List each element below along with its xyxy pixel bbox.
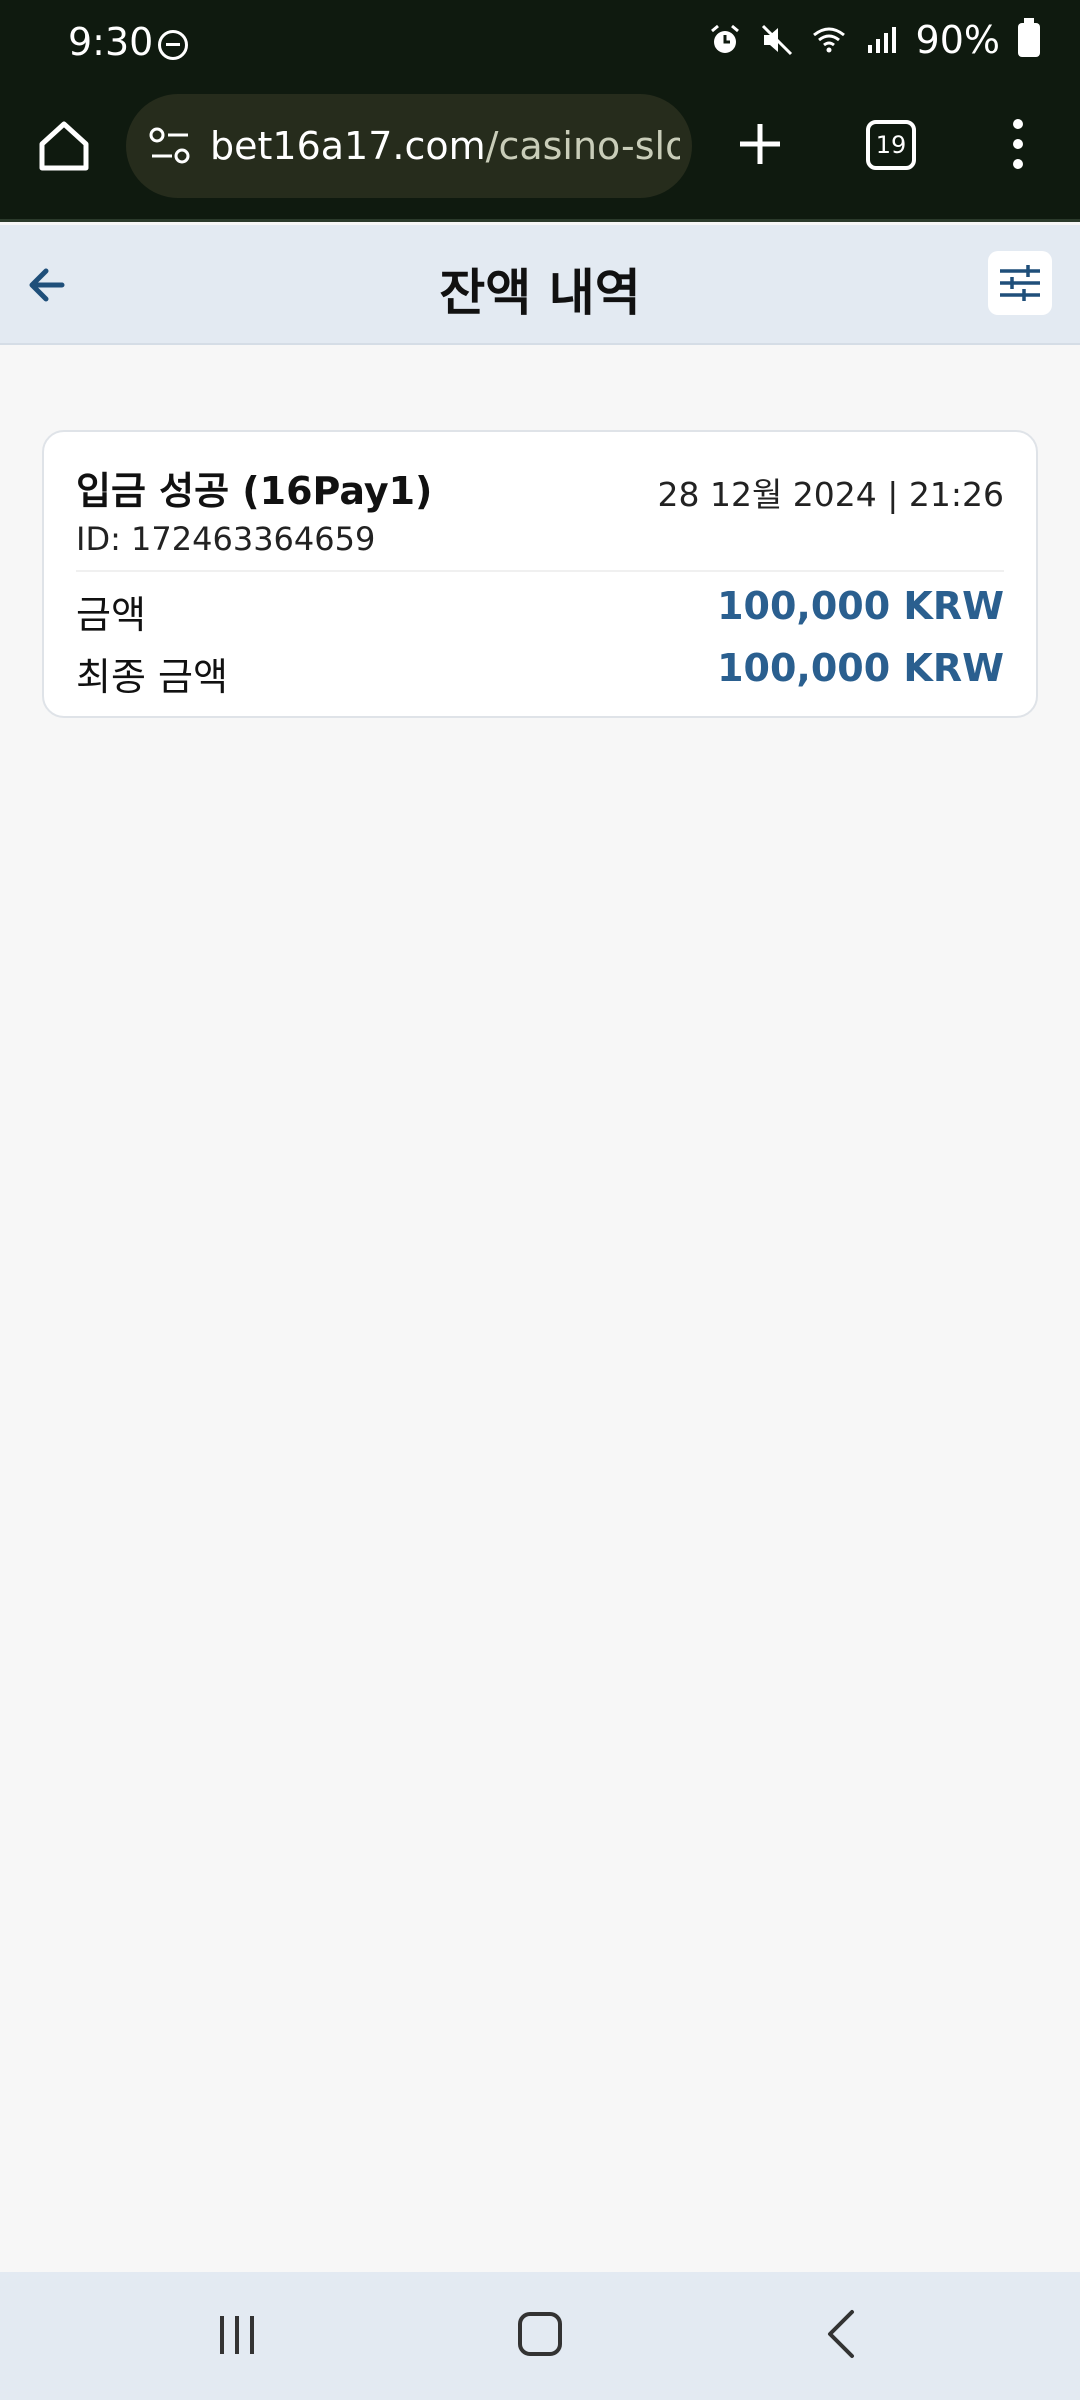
battery-percent: 90%: [915, 18, 1000, 62]
browser-toolbar: bet16a17.com/casino-slots/ 19: [0, 90, 1080, 222]
battery-icon: [1018, 18, 1040, 57]
tab-switcher-button[interactable]: 19: [866, 120, 916, 170]
address-bar[interactable]: bet16a17.com/casino-slots/: [126, 94, 692, 198]
divider: [76, 570, 1004, 572]
url-host: bet16a17.com: [210, 124, 486, 168]
plus-icon[interactable]: [728, 112, 792, 176]
amount-value: 100,000 KRW: [717, 584, 1004, 628]
filter-button[interactable]: [988, 251, 1052, 315]
transaction-card[interactable]: 입금 성공 (16Pay1) 28 12월 2024 | 21:26 ID: 1…: [42, 430, 1038, 718]
back-nav-icon[interactable]: [820, 2308, 864, 2360]
status-time: 9:30: [68, 20, 154, 64]
final-amount-label: 최종 금액: [76, 655, 228, 699]
status-bar: 9:30 90%: [0, 0, 1080, 90]
page-header: 잔액 내역: [0, 225, 1080, 345]
alarm-icon: [710, 24, 739, 53]
wifi-icon: [812, 27, 845, 53]
mute-icon: [761, 24, 792, 56]
transaction-title: 입금 성공 (16Pay1): [76, 469, 433, 513]
transaction-id: ID: 172463364659: [76, 520, 376, 558]
recent-apps-icon[interactable]: [214, 2312, 260, 2358]
sliders-icon: [1000, 265, 1040, 301]
site-info-icon[interactable]: [148, 126, 192, 166]
final-amount-value: 100,000 KRW: [717, 646, 1004, 690]
signal-icon: [867, 27, 896, 53]
transaction-date: 28 12월 2024 | 21:26: [657, 475, 1004, 514]
more-options-icon[interactable]: [1000, 112, 1036, 176]
home-nav-icon[interactable]: [518, 2312, 562, 2356]
home-icon[interactable]: [34, 116, 94, 176]
page-title: 잔액 내역: [439, 264, 641, 322]
system-nav-bar: [0, 2272, 1080, 2400]
amount-label: 금액: [76, 593, 146, 637]
url-path: /casino-slots/: [485, 124, 680, 168]
dnd-icon: [158, 30, 188, 60]
url-text[interactable]: bet16a17.com/casino-slots/: [210, 124, 680, 168]
status-icons: 90%: [708, 18, 1040, 62]
tab-count: 19: [875, 131, 907, 159]
